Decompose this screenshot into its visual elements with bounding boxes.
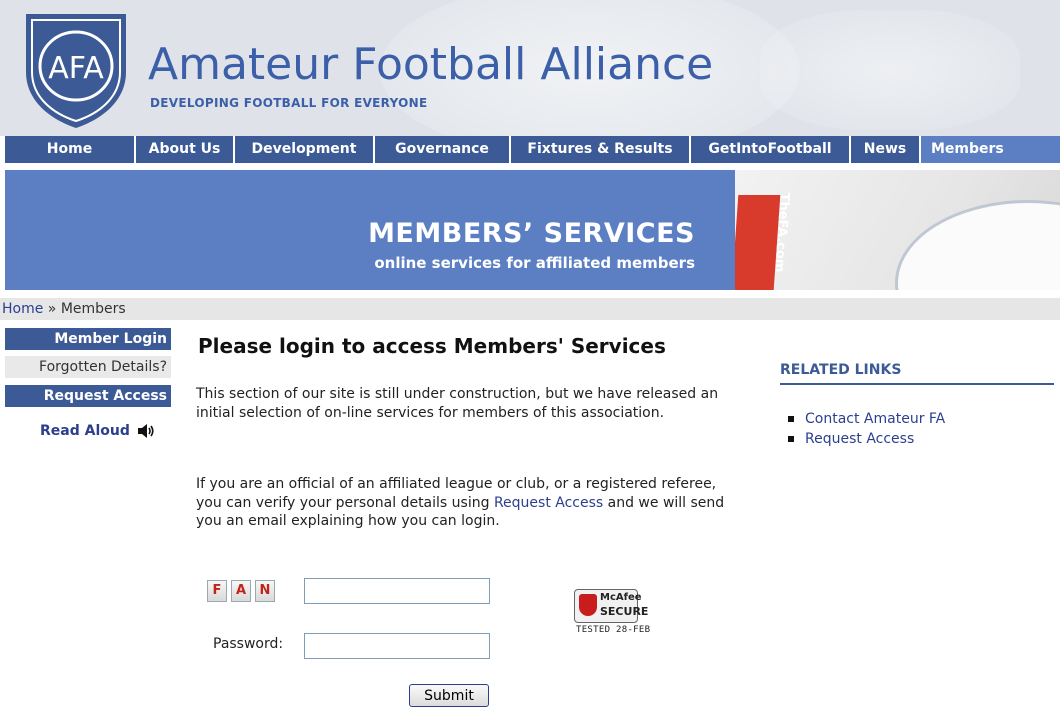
nav-development[interactable]: Development: [235, 136, 375, 163]
speaker-icon: [137, 424, 154, 438]
nav-fixtures-results[interactable]: Fixtures & Results: [511, 136, 691, 163]
read-aloud-label: Read Aloud: [40, 423, 130, 439]
svg-text:AFA: AFA: [48, 51, 104, 86]
banner-subtitle: online services for affiliated members: [374, 254, 695, 272]
breadcrumb-home[interactable]: Home: [2, 301, 43, 317]
fan-label-icon: F A N: [207, 580, 275, 602]
afa-crest-logo[interactable]: AFA: [22, 10, 130, 130]
intro-paragraph: This section of our site is still under …: [196, 386, 719, 421]
breadcrumb: Home » Members: [0, 298, 1060, 320]
thefa-tag: TheFA.com: [735, 193, 792, 290]
access-paragraph: If you are an official of an affiliated …: [196, 476, 725, 529]
related-links-heading: RELATED LINKS: [780, 362, 1054, 385]
nav-home[interactable]: Home: [5, 136, 136, 163]
main-nav: Home About Us Development Governance Fix…: [5, 136, 1060, 163]
request-access-inline-link[interactable]: Request Access: [494, 495, 603, 511]
members-banner: MEMBERS’ SERVICES online services for af…: [5, 170, 735, 290]
football-image: [895, 200, 1060, 290]
mcafee-secure-badge[interactable]: McAfee SECURE TESTED 28-FEB: [574, 589, 664, 649]
nav-getintofootball[interactable]: GetIntoFootball: [691, 136, 851, 163]
nav-news[interactable]: News: [851, 136, 921, 163]
member-login-button[interactable]: Member Login: [5, 328, 171, 350]
breadcrumb-separator: »: [47, 301, 57, 317]
fan-input[interactable]: [304, 578, 490, 604]
site-title: Amateur Football Alliance: [148, 39, 714, 90]
nav-about-us[interactable]: About Us: [136, 136, 235, 163]
read-aloud-link[interactable]: Read Aloud: [40, 423, 155, 439]
banner-photo: TheFA.com: [735, 170, 1060, 290]
site-header: AFA Amateur Football Alliance DEVELOPING…: [0, 0, 1060, 136]
mcafee-shield-icon: [579, 594, 597, 616]
mcafee-tested-date: TESTED 28-FEB: [576, 625, 651, 635]
submit-button[interactable]: Submit: [409, 684, 489, 707]
site-tagline: DEVELOPING FOOTBALL FOR EVERYONE: [150, 96, 428, 110]
breadcrumb-current: Members: [60, 301, 126, 317]
page-title: Please login to access Members' Services: [198, 334, 666, 358]
nav-members[interactable]: Members: [921, 136, 1060, 163]
related-link-request-access[interactable]: Request Access: [786, 429, 945, 449]
related-link-contact[interactable]: Contact Amateur FA: [786, 409, 945, 429]
password-input[interactable]: [304, 633, 490, 659]
nav-governance[interactable]: Governance: [375, 136, 511, 163]
password-label: Password:: [213, 636, 284, 652]
forgotten-details-link[interactable]: Forgotten Details?: [5, 356, 171, 378]
banner-title: MEMBERS’ SERVICES: [368, 218, 695, 249]
request-access-button[interactable]: Request Access: [5, 385, 171, 407]
related-links-list: Contact Amateur FA Request Access: [786, 409, 945, 449]
